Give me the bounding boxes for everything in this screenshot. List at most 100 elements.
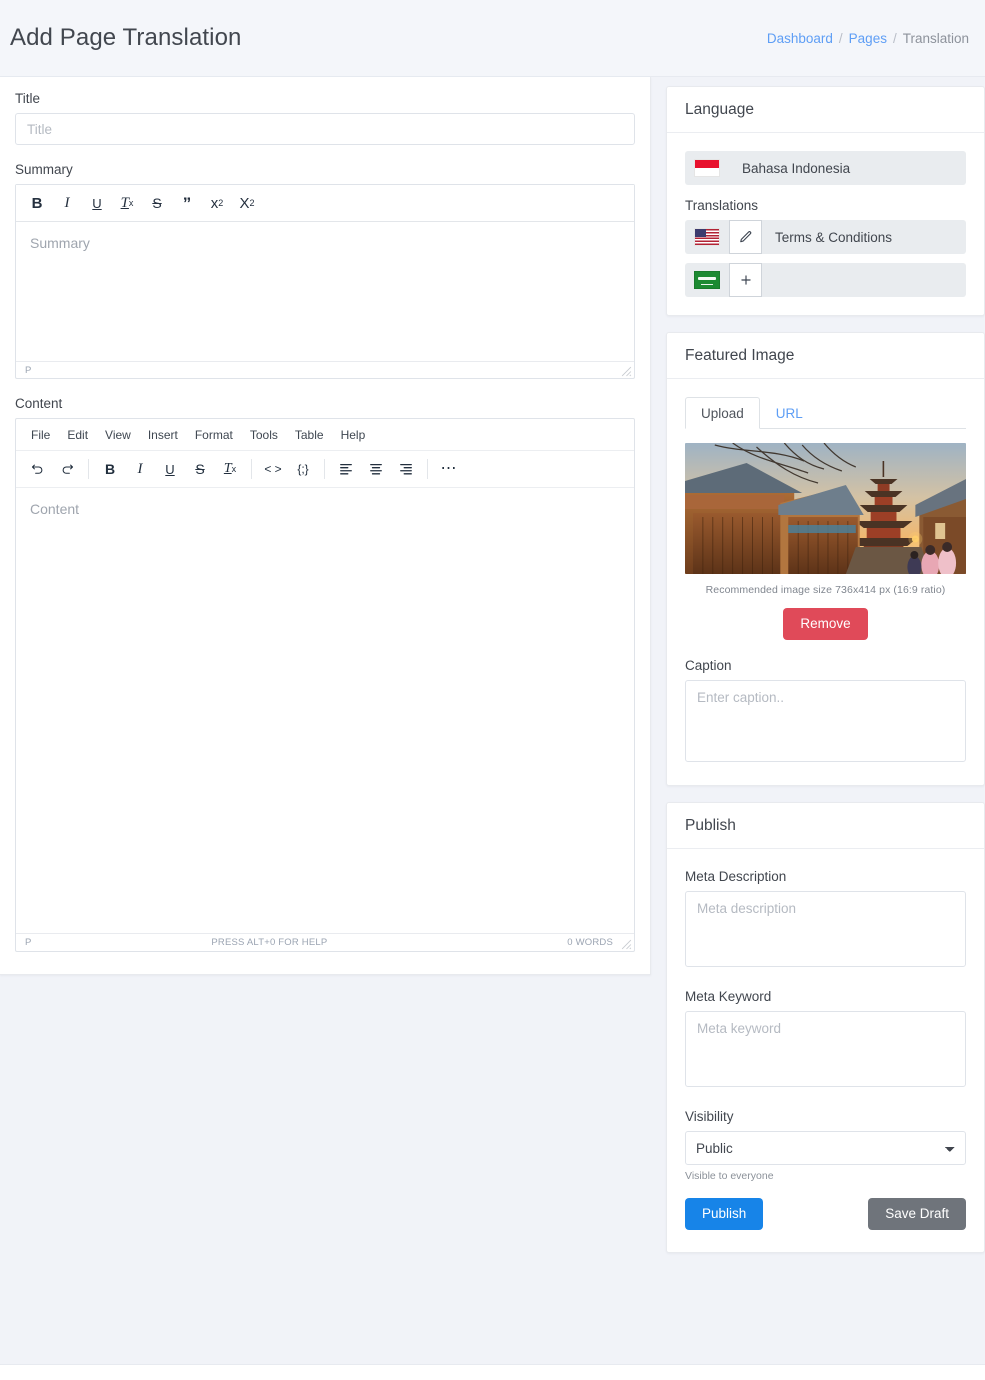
remove-format-icon[interactable]: Tx xyxy=(112,190,142,216)
bold-icon[interactable]: B xyxy=(22,190,52,216)
meta-description-input[interactable] xyxy=(685,891,966,968)
subscript-icon[interactable]: X2 xyxy=(232,190,262,216)
breadcrumb-link-pages[interactable]: Pages xyxy=(849,31,887,46)
flag-cell xyxy=(685,151,729,185)
content-menubar: File Edit View Insert Format Tools Table… xyxy=(16,419,634,451)
align-center-icon[interactable] xyxy=(361,456,391,482)
content-label: Content xyxy=(15,396,63,411)
summary-label: Summary xyxy=(15,162,73,177)
redo-icon[interactable] xyxy=(52,456,82,482)
featured-image-title: Featured Image xyxy=(667,333,984,379)
indonesia-flag-icon xyxy=(694,159,720,177)
content-input[interactable]: Content xyxy=(16,488,634,933)
featured-image-preview[interactable] xyxy=(685,443,966,574)
usa-flag-icon xyxy=(694,228,720,246)
menu-tools[interactable]: Tools xyxy=(243,425,285,445)
page-root: Add Page Translation Dashboard / Pages /… xyxy=(0,0,985,1380)
meta-keyword-label: Meta Keyword xyxy=(685,989,772,1005)
publish-button[interactable]: Publish xyxy=(685,1198,764,1231)
blockquote-icon[interactable]: ” xyxy=(172,190,202,216)
code-sample-icon[interactable]: {;} xyxy=(288,456,318,482)
remove-image-button[interactable]: Remove xyxy=(783,608,868,641)
summary-input[interactable]: Summary xyxy=(16,222,634,361)
right-column: Language Bahasa Indonesia Translations T… xyxy=(666,77,985,1254)
bold-icon[interactable]: B xyxy=(95,456,125,482)
strikethrough-icon[interactable]: S xyxy=(185,456,215,482)
italic-icon[interactable]: I xyxy=(52,190,82,216)
title-input[interactable] xyxy=(15,113,635,145)
current-language-row[interactable]: Bahasa Indonesia xyxy=(685,151,966,185)
summary-element-path: P xyxy=(25,364,32,376)
tab-url[interactable]: URL xyxy=(760,397,819,429)
content-toolbar: B I U S Tx < > {;} ⋯ xyxy=(16,451,634,488)
align-right-icon[interactable] xyxy=(391,456,421,482)
visibility-select[interactable]: Public Private xyxy=(685,1131,966,1166)
undo-icon[interactable] xyxy=(22,456,52,482)
source-code-icon[interactable]: < > xyxy=(258,456,288,482)
save-draft-button[interactable]: Save Draft xyxy=(868,1198,966,1231)
visibility-label: Visibility xyxy=(685,1109,734,1125)
menu-insert[interactable]: Insert xyxy=(141,425,185,445)
page-title: Add Page Translation xyxy=(10,24,242,51)
underline-icon[interactable]: U xyxy=(82,190,112,216)
flag-cell xyxy=(685,263,729,297)
resize-handle-icon[interactable] xyxy=(621,939,632,950)
menu-help[interactable]: Help xyxy=(334,425,373,445)
content-editor: File Edit View Insert Format Tools Table… xyxy=(15,418,635,952)
menu-edit[interactable]: Edit xyxy=(60,425,95,445)
translation-row xyxy=(685,263,966,297)
translation-label: Terms & Conditions xyxy=(775,229,893,245)
meta-keyword-input[interactable] xyxy=(685,1011,966,1088)
more-options-icon[interactable]: ⋯ xyxy=(434,456,464,482)
content-word-count: 0 WORDS xyxy=(567,937,613,948)
featured-image-body: Upload URL Recommended image size 736x41… xyxy=(667,379,984,785)
toolbar-separator xyxy=(88,459,89,479)
underline-icon[interactable]: U xyxy=(155,456,185,482)
resize-handle-icon[interactable] xyxy=(621,366,632,377)
language-card: Language Bahasa Indonesia Translations T… xyxy=(666,86,985,316)
caption-label: Caption xyxy=(685,658,732,674)
left-column: Title Summary B I U Tx S ” x2 X2 xyxy=(0,77,651,975)
menu-file[interactable]: File xyxy=(24,425,57,445)
remove-format-icon[interactable]: Tx xyxy=(215,456,245,482)
plus-icon xyxy=(740,275,751,285)
remove-button-row: Remove xyxy=(685,608,966,641)
add-translation-button[interactable] xyxy=(729,263,762,297)
italic-icon[interactable]: I xyxy=(125,456,155,482)
summary-editor: B I U Tx S ” x2 X2 Summary P xyxy=(15,184,635,379)
align-left-icon[interactable] xyxy=(331,456,361,482)
title-label: Title xyxy=(15,91,41,106)
publish-card-body: Meta Description Meta Keyword Visibility… xyxy=(667,849,984,1252)
toolbar-separator xyxy=(251,459,252,479)
page-header: Add Page Translation Dashboard / Pages /… xyxy=(0,0,985,77)
translation-row: Terms & Conditions xyxy=(685,220,966,254)
tab-upload[interactable]: Upload xyxy=(685,397,760,429)
menu-view[interactable]: View xyxy=(98,425,138,445)
meta-description-label: Meta Description xyxy=(685,869,787,885)
edit-translation-button[interactable] xyxy=(729,220,762,254)
current-language-label: Bahasa Indonesia xyxy=(742,160,851,176)
content-help-text: PRESS ALT+0 FOR HELP xyxy=(211,937,328,948)
saudi-arabia-flag-icon xyxy=(694,271,720,289)
summary-toolbar: B I U Tx S ” x2 X2 xyxy=(16,185,634,222)
menu-format[interactable]: Format xyxy=(188,425,240,445)
caption-input[interactable] xyxy=(685,680,966,763)
breadcrumb-separator: / xyxy=(838,30,843,46)
breadcrumb: Dashboard / Pages / Translation xyxy=(767,31,969,46)
publish-card: Publish Meta Description Meta Keyword Vi… xyxy=(666,802,985,1254)
menu-table[interactable]: Table xyxy=(288,425,331,445)
summary-status-bar: P xyxy=(16,361,634,378)
breadcrumb-link-dashboard[interactable]: Dashboard xyxy=(767,31,833,46)
translations-label: Translations xyxy=(685,198,759,213)
toolbar-separator xyxy=(427,459,428,479)
pencil-icon xyxy=(739,231,751,243)
language-card-title: Language xyxy=(667,87,984,133)
page-form-card: Title Summary B I U Tx S ” x2 X2 xyxy=(0,77,651,975)
strikethrough-icon[interactable]: S xyxy=(142,190,172,216)
superscript-icon[interactable]: x2 xyxy=(202,190,232,216)
toolbar-separator xyxy=(324,459,325,479)
translation-label xyxy=(762,263,966,297)
breadcrumb-current: Translation xyxy=(902,30,969,46)
featured-image-card: Featured Image Upload URL Recommended im… xyxy=(666,332,985,787)
featured-image-tabs: Upload URL xyxy=(685,397,966,429)
